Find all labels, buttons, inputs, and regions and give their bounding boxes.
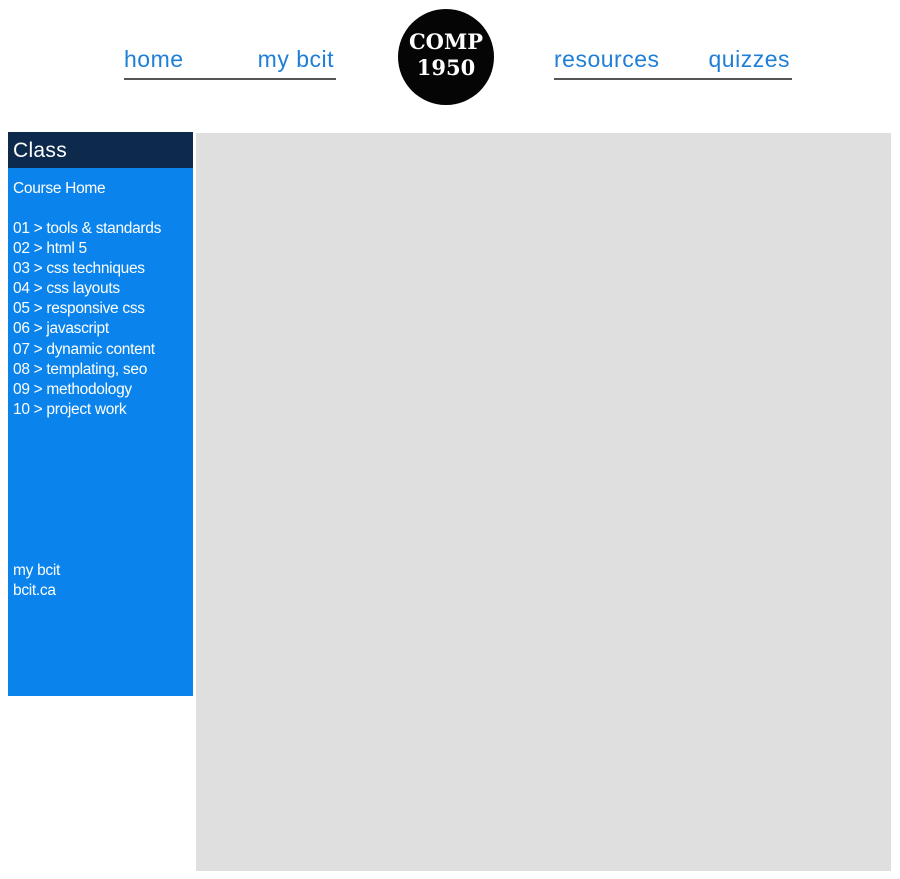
top-nav-right: resources quizzes: [554, 42, 792, 80]
sidebar-link-unit-02[interactable]: 02 > html 5: [13, 240, 87, 257]
course-logo[interactable]: COMP 1950: [398, 9, 494, 105]
sidebar-link-course-home[interactable]: Course Home: [13, 179, 106, 199]
unit-list: 01 > tools & standards 02 > html 5 03 > …: [13, 219, 161, 420]
nav-link-quizzes[interactable]: quizzes: [709, 46, 790, 73]
sidebar-link-unit-03[interactable]: 03 > css techniques: [13, 260, 145, 277]
sidebar-link-unit-01[interactable]: 01 > tools & standards: [13, 220, 161, 237]
logo-line-1: COMP: [408, 29, 484, 54]
main-content: [196, 133, 891, 871]
sidebar-link-bcit-ca[interactable]: bcit.ca: [13, 582, 56, 599]
external-links: my bcit bcit.ca: [13, 561, 60, 601]
sidebar-link-unit-04[interactable]: 04 > css layouts: [13, 280, 120, 297]
sidebar-link-unit-06[interactable]: 06 > javascript: [13, 320, 109, 337]
sidebar-link-unit-07[interactable]: 07 > dynamic content: [13, 341, 155, 358]
sidebar-link-unit-08[interactable]: 08 > templating, seo: [13, 361, 147, 378]
sidebar-link-unit-05[interactable]: 05 > responsive css: [13, 300, 145, 317]
nav-link-home[interactable]: home: [124, 46, 184, 73]
top-nav-left: home my bcit: [124, 42, 336, 80]
page: home my bcit COMP 1950 resources quizzes…: [0, 0, 900, 879]
nav-link-my-bcit[interactable]: my bcit: [258, 46, 334, 73]
sidebar: Class Course Home 01 > tools & standards…: [8, 132, 193, 696]
sidebar-link-unit-09[interactable]: 09 > methodology: [13, 381, 132, 398]
sidebar-title: Class: [8, 132, 193, 168]
sidebar-link-my-bcit[interactable]: my bcit: [13, 562, 60, 579]
logo-line-2: 1950: [416, 55, 476, 80]
nav-link-resources[interactable]: resources: [554, 46, 659, 73]
sidebar-link-unit-10[interactable]: 10 > project work: [13, 401, 127, 418]
